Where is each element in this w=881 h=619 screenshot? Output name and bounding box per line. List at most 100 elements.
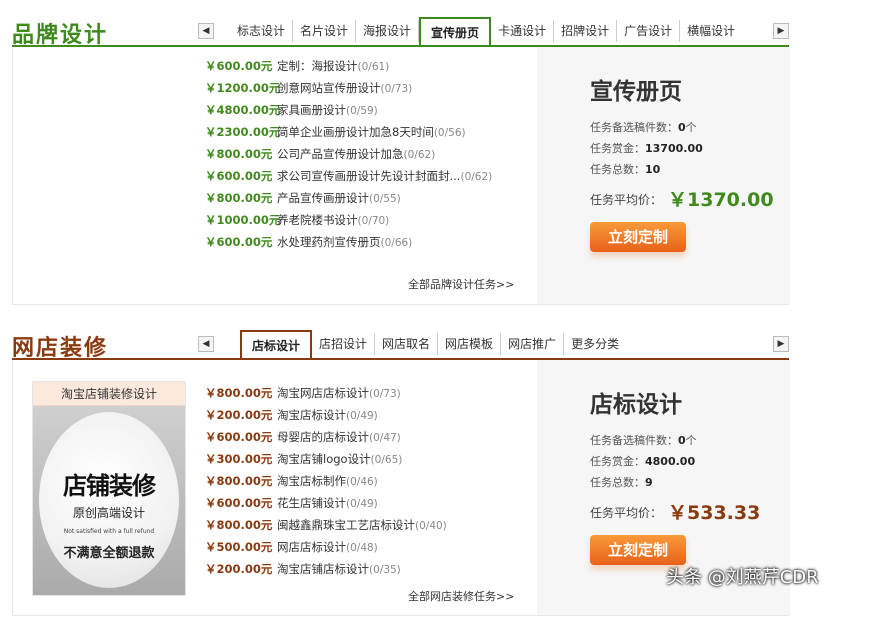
task-price: ￥600.00元 bbox=[205, 430, 273, 444]
task-price: ￥600.00元 bbox=[205, 59, 273, 73]
task-name-link[interactable]: 公司产品宣传册设计加急 bbox=[277, 147, 404, 161]
task-name-link[interactable]: 闽越鑫鼎珠宝工艺店标设计 bbox=[277, 518, 415, 532]
list-item[interactable]: ￥800.00元 产品宣传画册设计(0/55) bbox=[205, 187, 535, 209]
list-item[interactable]: ￥600.00元 定制：海报设计(0/61) bbox=[205, 55, 535, 77]
task-name-link[interactable]: 淘宝店铺logo设计 bbox=[277, 452, 371, 466]
brand-tab-5[interactable]: 招牌设计 bbox=[554, 20, 618, 42]
task-count: (0/49) bbox=[346, 498, 378, 510]
task-count: (0/48) bbox=[346, 542, 378, 554]
brand-section-header: 品牌设计 ◀ 标志设计 名片设计 海报设计 宣传册页 卡通设计 招牌设计 广告设计 横幅设计 … bbox=[12, 15, 789, 49]
brand-info-reward: 任务赏金：13700.00 bbox=[590, 142, 703, 155]
task-price: ￥800.00元 bbox=[205, 518, 273, 532]
brand-task-list: ￥600.00元 定制：海报设计(0/61) ￥1200.00元创意网站宣传册设计(… bbox=[205, 55, 535, 253]
shop-promo-card[interactable]: 淘宝店铺装修设计 店铺装修 原创高端设计 Not satisfied with … bbox=[32, 381, 186, 596]
shop-info-candidates: 任务备选稿件数：0个 bbox=[590, 434, 697, 447]
task-name-link[interactable]: 网店店标设计 bbox=[277, 540, 346, 554]
task-count: (0/70) bbox=[357, 215, 390, 227]
task-name-link[interactable]: 产品宣传画册设计 bbox=[277, 191, 369, 205]
brand-tab-0[interactable]: 标志设计 bbox=[230, 20, 294, 42]
list-item[interactable]: ￥200.00元 淘宝店铺店标设计(0/35) bbox=[205, 558, 535, 580]
list-item[interactable]: ￥800.00元 淘宝店标制作(0/46) bbox=[205, 470, 535, 492]
task-count: (0/56) bbox=[433, 127, 466, 139]
shop-promo-main-text: 店铺装修 bbox=[63, 471, 156, 500]
task-price: ￥800.00元 bbox=[205, 191, 273, 205]
task-price: ￥500.00元 bbox=[205, 540, 273, 554]
list-item[interactable]: ￥4800.00元家具画册设计(0/59) bbox=[205, 99, 535, 121]
task-price: ￥600.00元 bbox=[205, 169, 273, 183]
shop-tab-5[interactable]: 更多分类 bbox=[564, 333, 626, 355]
list-item[interactable]: ￥500.00元 网店店标设计(0/48) bbox=[205, 536, 535, 558]
task-price: ￥4800.00元 bbox=[205, 103, 281, 117]
task-count: (0/61) bbox=[357, 61, 390, 73]
brand-tab-7[interactable]: 横幅设计 bbox=[680, 20, 742, 42]
brand-tabs-left-arrow-icon[interactable]: ◀ bbox=[198, 23, 214, 39]
brand-tab-6[interactable]: 广告设计 bbox=[617, 20, 681, 42]
task-name-link[interactable]: 水处理药剂宣传册页 bbox=[277, 235, 381, 249]
shop-tab-2[interactable]: 网店取名 bbox=[375, 333, 439, 355]
shop-tab-4[interactable]: 网店推广 bbox=[501, 333, 565, 355]
list-item[interactable]: ￥800.00元 闽越鑫鼎珠宝工艺店标设计(0/40) bbox=[205, 514, 535, 536]
list-item[interactable]: ￥600.00元 花生店铺设计(0/49) bbox=[205, 492, 535, 514]
shop-promo-english-text: Not satisfied with a full refund bbox=[63, 528, 155, 535]
task-name-link[interactable]: 淘宝店标制作 bbox=[277, 474, 346, 488]
shop-info-reward: 任务赏金：4800.00 bbox=[590, 455, 696, 468]
brand-tab-1[interactable]: 名片设计 bbox=[293, 20, 357, 42]
task-count: (0/40) bbox=[415, 520, 447, 532]
shop-tabs-right-arrow-icon[interactable]: ▶ bbox=[773, 336, 789, 352]
task-price: ￥800.00元 bbox=[205, 474, 273, 488]
task-price: ￥1200.00元 bbox=[205, 81, 281, 95]
shop-info-average: 任务平均价： ￥533.33 bbox=[590, 502, 761, 524]
list-item[interactable]: ￥200.00元 淘宝店标设计(0/49) bbox=[205, 404, 535, 426]
task-price: ￥600.00元 bbox=[205, 235, 273, 249]
task-name-link[interactable]: 淘宝网店店标设计 bbox=[277, 386, 369, 400]
shop-tabs-left-arrow-icon[interactable]: ◀ bbox=[198, 336, 214, 352]
list-item[interactable]: ￥300.00元 淘宝店铺logo设计(0/65) bbox=[205, 448, 535, 470]
task-name-link[interactable]: 花生店铺设计 bbox=[277, 496, 346, 510]
shop-section-header: 网店装修 ◀ 店标设计 店招设计 网店取名 网店模板 网店推广 更多分类 ▶ bbox=[12, 328, 789, 362]
brand-tab-2[interactable]: 海报设计 bbox=[356, 20, 420, 42]
task-name-link[interactable]: 创意网站宣传册设计 bbox=[277, 81, 381, 95]
task-count: (0/35) bbox=[369, 564, 401, 576]
task-count: (0/55) bbox=[369, 193, 401, 205]
task-name-link[interactable]: 淘宝店标设计 bbox=[277, 408, 346, 422]
task-name-link[interactable]: 养老院楼书设计 bbox=[277, 213, 358, 227]
shop-promo-image[interactable]: 店铺装修 原创高端设计 Not satisfied with a full re… bbox=[33, 406, 185, 595]
brand-info-panel: 宣传册页 任务备选稿件数：0个 任务赏金：13700.00 任务总数：10 任务… bbox=[537, 47, 790, 304]
task-name-link[interactable]: 定制：海报设计 bbox=[277, 59, 358, 73]
shop-customize-button[interactable]: 立刻定制 bbox=[590, 535, 686, 565]
task-count: (0/59) bbox=[346, 105, 378, 117]
list-item[interactable]: ￥1000.00元养老院楼书设计(0/70) bbox=[205, 209, 535, 231]
task-price: ￥800.00元 bbox=[205, 386, 273, 400]
list-item[interactable]: ￥600.00元 母婴店的店标设计(0/47) bbox=[205, 426, 535, 448]
task-name-link[interactable]: 母婴店的店标设计 bbox=[277, 430, 369, 444]
list-item[interactable]: ￥1200.00元创意网站宣传册设计(0/73) bbox=[205, 77, 535, 99]
task-count: (0/49) bbox=[346, 410, 378, 422]
list-item[interactable]: ￥800.00元 公司产品宣传册设计加急(0/62) bbox=[205, 143, 535, 165]
task-name-link[interactable]: 淘宝店铺店标设计 bbox=[277, 562, 369, 576]
brand-customize-button[interactable]: 立刻定制 bbox=[590, 222, 686, 252]
brand-average-price: ￥1370.00 bbox=[668, 189, 774, 211]
brand-tab-4[interactable]: 卡通设计 bbox=[491, 20, 555, 42]
shop-tab-1[interactable]: 店招设计 bbox=[312, 333, 376, 355]
brand-more-link[interactable]: 全部品牌设计任务>> bbox=[408, 276, 514, 292]
task-count: (0/73) bbox=[369, 388, 401, 400]
shop-tab-bar: 店标设计 店招设计 网店取名 网店模板 网店推广 更多分类 bbox=[240, 328, 626, 362]
brand-info-candidates: 任务备选稿件数：0个 bbox=[590, 121, 697, 134]
task-count: (0/46) bbox=[346, 476, 378, 488]
list-item[interactable]: ￥2300.00元简单企业画册设计加急8天时间(0/56) bbox=[205, 121, 535, 143]
task-name-link[interactable]: 求公司宣传画册设计先设计封面封... bbox=[277, 169, 460, 183]
list-item[interactable]: ￥800.00元 淘宝网店店标设计(0/73) bbox=[205, 382, 535, 404]
task-price: ￥600.00元 bbox=[205, 496, 273, 510]
shop-tab-3[interactable]: 网店模板 bbox=[438, 333, 502, 355]
task-name-link[interactable]: 简单企业画册设计加急8天时间 bbox=[277, 125, 434, 139]
shop-average-price: ￥533.33 bbox=[668, 502, 761, 524]
list-item[interactable]: ￥600.00元 求公司宣传画册设计先设计封面封...(0/62) bbox=[205, 165, 535, 187]
brand-panel: ￥600.00元 定制：海报设计(0/61) ￥1200.00元创意网站宣传册设计(… bbox=[12, 47, 790, 305]
brand-tabs-right-arrow-icon[interactable]: ▶ bbox=[773, 23, 789, 39]
task-name-link[interactable]: 家具画册设计 bbox=[277, 103, 346, 117]
task-price: ￥200.00元 bbox=[205, 562, 273, 576]
list-item[interactable]: ￥600.00元 水处理药剂宣传册页(0/66) bbox=[205, 231, 535, 253]
shop-more-link[interactable]: 全部网店装修任务>> bbox=[408, 588, 514, 604]
brand-info-heading: 宣传册页 bbox=[590, 79, 682, 105]
shop-promo-caption: 淘宝店铺装修设计 bbox=[33, 382, 185, 406]
